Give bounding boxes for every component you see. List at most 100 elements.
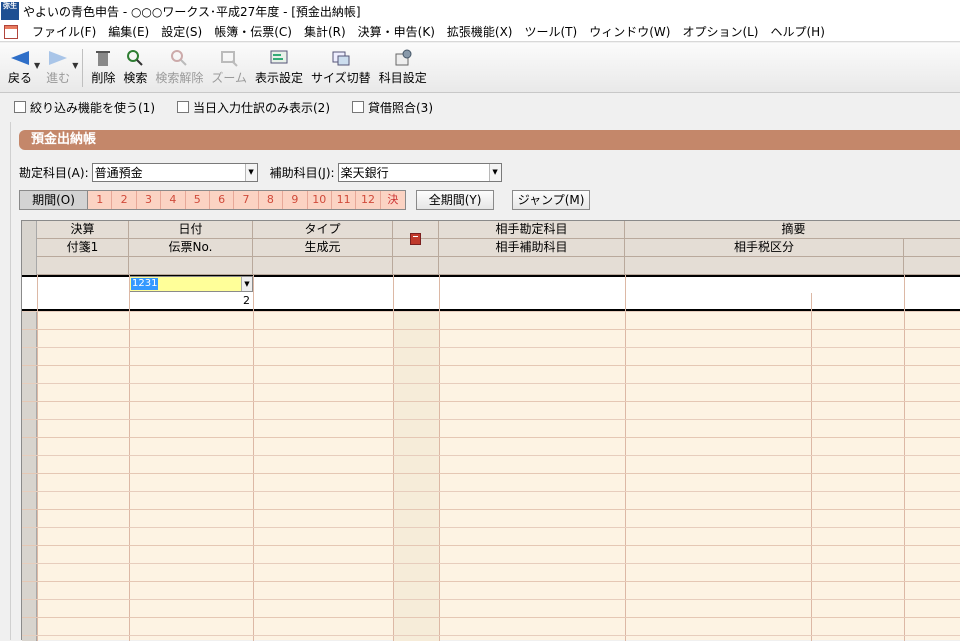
ledger-grid[interactable]: 決算 日付 タイプ 相手勘定科目 摘要 付箋1 伝票No. 生成元 相手補助科目… — [21, 220, 960, 641]
header-type[interactable]: タイプ — [253, 221, 393, 239]
back-label: 戻る — [8, 71, 33, 85]
zoom-button[interactable]: ズーム — [211, 49, 247, 86]
filter-checkbox[interactable] — [14, 101, 26, 113]
grid-row-line — [22, 347, 960, 348]
grid-row-line — [22, 563, 960, 564]
month-6[interactable]: 6 — [209, 191, 235, 209]
option-bar: 絞り込み機能を使う(1) 当日入力仕訳のみ表示(2) 貸借照合(3) — [0, 94, 960, 120]
menu-edit[interactable]: 編集(E) — [102, 23, 155, 40]
reconcile-option[interactable]: 貸借照合(3) — [352, 99, 433, 116]
period-label[interactable]: 期間(O) — [20, 191, 88, 209]
filter-label: 絞り込み機能を使う(1) — [30, 100, 155, 115]
chevron-down-icon[interactable]: ▼ — [244, 163, 257, 181]
header-blank-7 — [904, 257, 960, 275]
clear-search-button[interactable]: 検索解除 — [155, 49, 203, 86]
header-closing[interactable]: 決算 — [37, 221, 129, 239]
forward-button[interactable]: 進む — [46, 49, 70, 86]
today-only-label: 当日入力仕訳のみ表示(2) — [193, 100, 330, 115]
today-only-option[interactable]: 当日入力仕訳のみ表示(2) — [177, 99, 330, 116]
forward-arrow-icon — [48, 49, 68, 67]
account-settings-icon — [393, 49, 413, 67]
header-blank-4 — [393, 257, 439, 275]
menu-window[interactable]: ウィンドウ(W) — [583, 23, 676, 40]
chevron-down-icon[interactable]: ▼ — [241, 277, 252, 291]
grid-row-line — [22, 617, 960, 618]
month-4[interactable]: 4 — [161, 191, 186, 209]
month-2[interactable]: 2 — [112, 191, 137, 209]
header-counter-sub-account[interactable]: 相手補助科目 — [439, 239, 625, 257]
clear-search-icon — [169, 49, 189, 67]
zoom-icon — [219, 49, 239, 67]
delete-button[interactable]: 削除 — [91, 49, 115, 86]
all-period-button[interactable]: 全期間(Y) — [416, 190, 495, 210]
grid-row-line — [22, 527, 960, 528]
back-dropdown-icon[interactable]: ▼ — [34, 61, 40, 70]
grid-subcolumn-line — [811, 293, 812, 641]
month-11[interactable]: 11 — [331, 191, 357, 209]
size-toggle-label: サイズ切替 — [311, 71, 371, 85]
delete-label: 削除 — [91, 71, 116, 85]
size-toggle-icon — [331, 49, 351, 67]
menu-totals[interactable]: 集計(R) — [298, 23, 352, 40]
chevron-down-icon[interactable]: ▼ — [488, 163, 501, 181]
voucher-number-cell[interactable]: 2 — [129, 293, 253, 309]
back-arrow-icon — [10, 49, 30, 67]
month-closing[interactable]: 決 — [380, 191, 406, 209]
forward-dropdown-icon[interactable]: ▼ — [72, 61, 78, 70]
display-settings-button[interactable]: 表示設定 — [255, 49, 303, 86]
clear-search-label: 検索解除 — [155, 71, 204, 85]
header-source[interactable]: 生成元 — [253, 239, 393, 257]
grid-row-line — [22, 545, 960, 546]
menu-extensions[interactable]: 拡張機能(X) — [441, 23, 519, 40]
menu-books[interactable]: 帳簿・伝票(C) — [208, 23, 298, 40]
reconcile-label: 貸借照合(3) — [368, 100, 433, 115]
account-select[interactable]: 普通預金 ▼ — [91, 162, 258, 182]
menu-options[interactable]: オプション(L) — [676, 23, 764, 40]
reconcile-checkbox[interactable] — [352, 101, 364, 113]
month-8[interactable]: 8 — [258, 191, 284, 209]
month-10[interactable]: 10 — [307, 191, 332, 209]
header-voucher-no[interactable]: 伝票No. — [129, 239, 253, 257]
month-3[interactable]: 3 — [136, 191, 162, 209]
header-counter-tax-category[interactable]: 相手税区分 — [625, 239, 904, 257]
back-button[interactable]: 戻る — [8, 49, 32, 86]
menu-bar: ファイル(F) 編集(E) 設定(S) 帳簿・伝票(C) 集計(R) 決算・申告… — [0, 22, 960, 42]
zoom-label: ズーム — [211, 71, 248, 85]
menu-help[interactable]: ヘルプ(H) — [765, 23, 831, 40]
header-blank-2 — [129, 257, 253, 275]
display-settings-icon — [269, 49, 289, 67]
account-settings-button[interactable]: 科目設定 — [379, 49, 427, 86]
month-9[interactable]: 9 — [283, 191, 308, 209]
grid-header-row-2: 付箋1 伝票No. 生成元 相手補助科目 相手税区分 — [37, 239, 960, 257]
grid-row-line — [22, 437, 960, 438]
menu-closing[interactable]: 決算・申告(K) — [352, 23, 441, 40]
grid-row-line — [22, 473, 960, 474]
header-counter-account[interactable]: 相手勘定科目 — [439, 221, 625, 239]
sub-account-select[interactable]: 楽天銀行 ▼ — [337, 162, 502, 182]
header-description[interactable]: 摘要 — [625, 221, 960, 239]
month-1[interactable]: 1 — [88, 191, 113, 209]
header-blank-5 — [439, 257, 625, 275]
filter-option[interactable]: 絞り込み機能を使う(1) — [14, 99, 155, 116]
header-sticky-note[interactable]: 付箋1 — [37, 239, 129, 257]
document-window-icon[interactable] — [4, 24, 18, 39]
header-blank-1 — [37, 257, 129, 275]
menu-settings[interactable]: 設定(S) — [155, 23, 208, 40]
today-only-checkbox[interactable] — [177, 101, 189, 113]
jump-button[interactable]: ジャンプ(M) — [512, 190, 591, 210]
menu-tools[interactable]: ツール(T) — [519, 23, 584, 40]
header-date[interactable]: 日付 — [129, 221, 253, 239]
period-row: 期間(O) 1 2 3 4 5 6 7 8 9 10 11 12 決 全期間(Y… — [19, 190, 591, 210]
month-5[interactable]: 5 — [185, 191, 210, 209]
month-12[interactable]: 12 — [356, 191, 381, 209]
grid-header-row-1: 決算 日付 タイプ 相手勘定科目 摘要 — [37, 221, 960, 239]
trash-icon — [93, 49, 113, 67]
display-settings-label: 表示設定 — [255, 71, 304, 85]
date-input[interactable]: 1231 ▼ — [129, 276, 253, 292]
month-7[interactable]: 7 — [234, 191, 259, 209]
size-toggle-button[interactable]: サイズ切替 — [311, 49, 371, 86]
search-button[interactable]: 検索 — [123, 49, 147, 86]
menu-file[interactable]: ファイル(F) — [26, 23, 102, 40]
toolbar: 戻る ▼ 進む ▼ 削除 検索 検索解除 ズーム 表示設定 サイズ切替 科目設定 — [0, 43, 960, 93]
grid-row-line — [22, 401, 960, 402]
